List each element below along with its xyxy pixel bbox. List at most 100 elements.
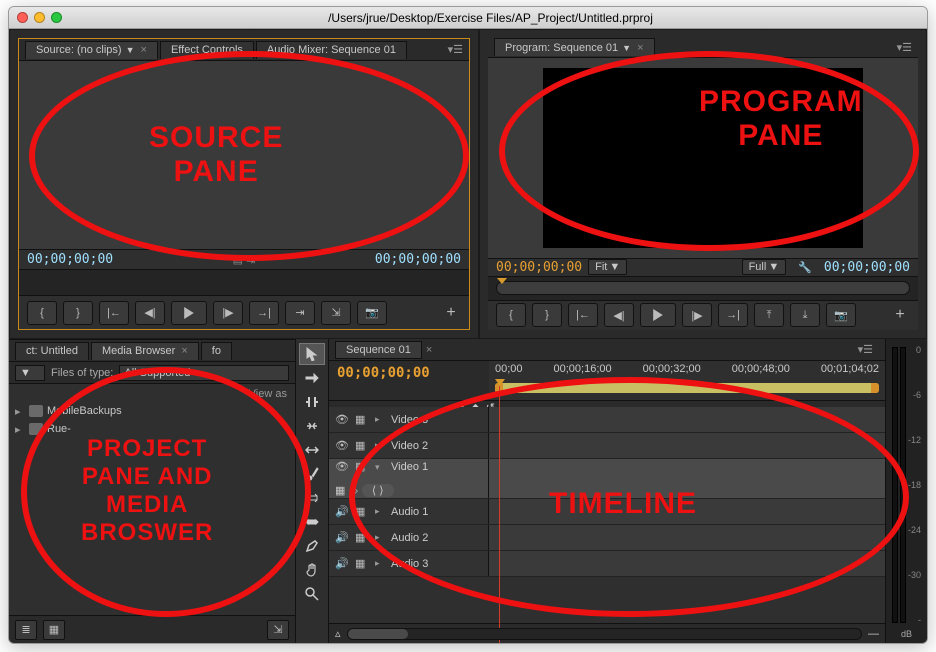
track-lane[interactable]	[489, 525, 885, 550]
track-display-pill[interactable]: ⟨ ⟩	[362, 484, 394, 497]
step-forward-button[interactable]: |▶	[682, 303, 712, 327]
step-back-button[interactable]: ◀|	[135, 301, 165, 325]
rate-stretch-tool[interactable]	[299, 439, 325, 461]
lock-icon[interactable]: ▦	[355, 531, 369, 545]
mark-in-button[interactable]: {	[27, 301, 57, 325]
slip-tool[interactable]	[299, 487, 325, 509]
program-tc-current[interactable]: 00;00;00;00	[496, 260, 582, 275]
selection-tool[interactable]	[299, 343, 325, 365]
panel-menu-icon[interactable]: ▾☰	[858, 343, 873, 356]
export-frame-button[interactable]: 📷	[357, 301, 387, 325]
source-tc-out[interactable]: 00;00;00;00	[375, 252, 461, 267]
track-lane[interactable]	[489, 551, 885, 576]
track-select-tool[interactable]	[299, 367, 325, 389]
step-back-button[interactable]: ◀|	[604, 303, 634, 327]
tab-sequence[interactable]: Sequence 01	[335, 341, 422, 359]
track-lane[interactable]	[489, 499, 885, 524]
wrench-icon[interactable]: 🔧	[798, 261, 812, 274]
tab-source[interactable]: Source: (no clips) ▼ ×	[25, 41, 158, 59]
quality-select[interactable]: Full▼	[742, 259, 787, 275]
track-video-1[interactable]: 👁▦▾Video 1 ▦◇⟨ ⟩	[329, 459, 885, 499]
go-to-out-button[interactable]: →|	[249, 301, 279, 325]
slide-tool[interactable]	[299, 511, 325, 533]
lock-icon[interactable]: ▦	[355, 439, 369, 453]
zoom-tool[interactable]	[299, 583, 325, 605]
source-scrub-strip[interactable]	[19, 269, 469, 295]
step-forward-button[interactable]: |▶	[213, 301, 243, 325]
eye-icon[interactable]: 👁	[335, 439, 349, 453]
export-frame-button[interactable]: 📷	[826, 303, 856, 327]
ingest-button[interactable]: ⇲	[267, 620, 289, 640]
go-to-in-button[interactable]: |←	[568, 303, 598, 327]
lock-icon[interactable]: ▦	[355, 505, 369, 519]
overwrite-button[interactable]: ⇲	[321, 301, 351, 325]
opacity-icon[interactable]: ◇	[349, 484, 357, 497]
speaker-icon[interactable]: 🔊	[335, 505, 349, 519]
work-area-bar[interactable]	[495, 383, 879, 393]
media-list[interactable]: View as ▸MobileBackups ▸Rue-	[9, 384, 295, 615]
rolling-edit-tool[interactable]	[299, 415, 325, 437]
track-lane[interactable]	[489, 433, 885, 458]
minimize-icon[interactable]	[34, 12, 45, 23]
ripple-edit-tool[interactable]	[299, 391, 325, 413]
track-audio-3[interactable]: 🔊▦▸Audio 3	[329, 551, 885, 577]
horizontal-scrollbar[interactable]	[347, 628, 862, 640]
track-video-2[interactable]: 👁▦▸Video 2	[329, 433, 885, 459]
file-type-select[interactable]: All Supported	[119, 365, 289, 381]
list-item[interactable]: ▸MobileBackups	[11, 402, 293, 420]
pen-tool[interactable]	[299, 535, 325, 557]
panel-menu-icon[interactable]: ▾☰	[448, 43, 463, 56]
tab-project[interactable]: ct: Untitled	[15, 342, 89, 360]
track-lane[interactable]	[489, 459, 885, 498]
eye-icon[interactable]: 👁	[335, 460, 349, 474]
timeline-tc-current[interactable]: 00;00;00;00	[337, 365, 430, 381]
close-icon[interactable]	[17, 12, 28, 23]
playhead-icon[interactable]	[495, 379, 505, 386]
zoom-out-icon[interactable]: ▵	[335, 627, 341, 640]
tab-media-browser[interactable]: Media Browser×	[91, 342, 199, 360]
nav-back-select[interactable]: ▼	[15, 365, 45, 381]
play-button[interactable]	[171, 301, 207, 325]
lock-icon[interactable]: ▦	[355, 557, 369, 571]
insert-button[interactable]: ⇥	[285, 301, 315, 325]
tab-audio-mixer[interactable]: Audio Mixer: Sequence 01	[256, 41, 407, 59]
tab-program[interactable]: Program: Sequence 01 ▼ ×	[494, 38, 655, 56]
list-view-button[interactable]: ≣	[15, 620, 37, 640]
mark-in-button[interactable]: {	[496, 303, 526, 327]
close-tab-icon[interactable]: ×	[141, 44, 147, 56]
extract-button[interactable]: ⤓	[790, 303, 820, 327]
add-button-icon[interactable]: +	[890, 305, 910, 325]
razor-tool[interactable]	[299, 463, 325, 485]
go-to-in-button[interactable]: |←	[99, 301, 129, 325]
track-audio-2[interactable]: 🔊▦▸Audio 2	[329, 525, 885, 551]
speaker-icon[interactable]: 🔊	[335, 531, 349, 545]
track-video-3[interactable]: 👁▦▸Video 3	[329, 407, 885, 433]
track-audio-1[interactable]: 🔊▦▸Audio 1	[329, 499, 885, 525]
program-monitor[interactable]	[543, 68, 863, 248]
program-scrub-strip[interactable]	[488, 276, 918, 300]
add-button-icon[interactable]: +	[441, 303, 461, 323]
view-as-label[interactable]: View as	[249, 388, 287, 400]
lock-icon[interactable]: ▦	[355, 460, 369, 474]
mark-out-button[interactable]: }	[532, 303, 562, 327]
keyframe-icon[interactable]: ▦	[335, 484, 345, 497]
list-item[interactable]: ▸Rue-	[11, 420, 293, 438]
dropdown-icon[interactable]: ▼	[126, 45, 135, 55]
close-tab-icon[interactable]: ×	[181, 345, 187, 357]
tab-info[interactable]: fo	[201, 342, 232, 360]
source-tc-in[interactable]: 00;00;00;00	[27, 252, 113, 267]
go-to-out-button[interactable]: →|	[718, 303, 748, 327]
thumb-view-button[interactable]: ▦	[43, 620, 65, 640]
time-ruler[interactable]: 00;00 00;00;16;00 00;00;32;00 00;00;48;0…	[489, 361, 885, 400]
lift-button[interactable]: ⤒	[754, 303, 784, 327]
mark-out-button[interactable]: }	[63, 301, 93, 325]
close-tab-icon[interactable]: ×	[637, 42, 643, 54]
dropdown-icon[interactable]: ▼	[622, 43, 631, 53]
speaker-icon[interactable]: 🔊	[335, 557, 349, 571]
source-monitor[interactable]	[19, 61, 469, 249]
play-button[interactable]	[640, 303, 676, 327]
zoom-icon[interactable]	[51, 12, 62, 23]
eye-icon[interactable]: 👁	[335, 413, 349, 427]
program-tc-right[interactable]: 00;00;00;00	[824, 260, 910, 275]
panel-menu-icon[interactable]: ▾☰	[897, 41, 912, 54]
